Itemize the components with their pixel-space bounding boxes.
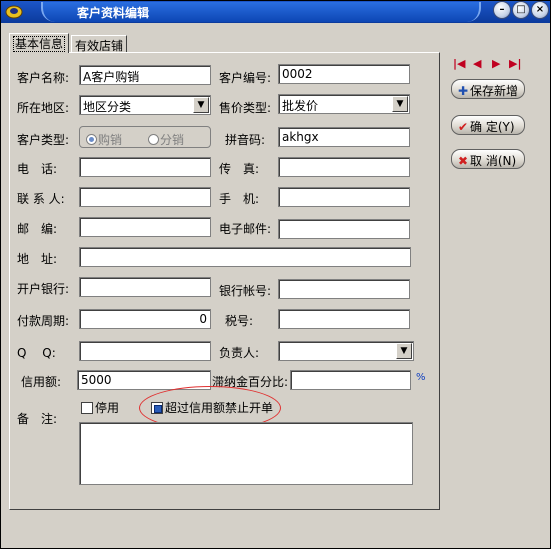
percent-unit: % (416, 372, 426, 383)
radio-selected-icon (86, 134, 97, 145)
customer-type-group: 购销 分销 (79, 126, 211, 148)
pinyin-input[interactable]: akhgx (278, 127, 410, 147)
check-icon: ✔ (457, 120, 469, 134)
disabled-checkbox[interactable]: 停用 (81, 399, 119, 416)
customer-name-input[interactable]: A客户购销 (79, 65, 211, 85)
customer-code-label: 客户编号: (219, 71, 272, 85)
phone-label: 电 话: (17, 162, 58, 176)
manager-label: 负责人: (219, 346, 260, 360)
window-title: 客户资料编辑 (77, 6, 150, 20)
mobile-input[interactable] (278, 187, 410, 207)
radio-purchase-sale[interactable]: 购销 (86, 131, 122, 148)
account-label: 银行帐号: (219, 284, 272, 298)
email-input[interactable] (278, 219, 410, 239)
title-bar: 客户资料编辑 – □ × (1, 1, 550, 23)
customer-type-label: 客户类型: (17, 133, 70, 147)
price-type-value: 批发价 (282, 99, 319, 113)
region-select[interactable]: 地区分类 ▼ (79, 95, 211, 115)
save-new-button[interactable]: ✚ 保存新增 (451, 79, 525, 99)
chevron-down-icon[interactable]: ▼ (392, 96, 408, 112)
customer-code-input[interactable]: 0002 (278, 64, 410, 84)
tax-no-label: 税号: (225, 314, 254, 328)
minimize-button[interactable]: – (493, 1, 511, 19)
credit-label: 信用额: (21, 375, 62, 389)
email-label: 电子邮件: (219, 222, 272, 236)
contact-label: 联 系 人: (17, 192, 65, 206)
qq-input[interactable] (79, 341, 211, 361)
bank-label: 开户银行: (17, 282, 70, 296)
price-type-label: 售价类型: (219, 101, 272, 115)
manager-select[interactable]: ▼ (278, 341, 414, 361)
confirm-label: 确 定(Y) (470, 120, 515, 134)
nav-prev-button[interactable]: ◀ (473, 57, 481, 70)
address-label: 地 址: (17, 252, 58, 266)
radio-distribution[interactable]: 分销 (148, 131, 184, 148)
tab-basic-info[interactable]: 基本信息 (9, 33, 70, 53)
mobile-label: 手 机: (219, 192, 260, 206)
price-type-select[interactable]: 批发价 ▼ (278, 94, 410, 114)
payment-days-input[interactable]: 0 (79, 309, 211, 329)
cancel-button[interactable]: ✖ 取 消(N) (451, 149, 525, 169)
remark-label: 备 注: (17, 412, 58, 426)
close-button[interactable]: × (531, 1, 549, 19)
disabled-label: 停用 (95, 401, 120, 415)
remark-textarea[interactable] (79, 422, 413, 485)
nav-first-button[interactable]: |◀ (453, 57, 465, 70)
radio-empty-icon (148, 134, 159, 145)
fax-label: 传 真: (219, 162, 260, 176)
region-value: 地区分类 (83, 100, 132, 114)
nav-next-button[interactable]: ▶ (492, 57, 500, 70)
confirm-button[interactable]: ✔ 确 定(Y) (451, 115, 525, 135)
nav-last-button[interactable]: ▶| (509, 57, 521, 70)
fax-input[interactable] (278, 157, 410, 177)
app-icon (5, 5, 23, 19)
checkbox-empty-icon (81, 402, 93, 414)
phone-input[interactable] (79, 157, 211, 177)
tax-no-input[interactable] (278, 309, 410, 329)
postcode-label: 邮 编: (17, 222, 58, 236)
account-input[interactable] (278, 279, 410, 299)
deposit-pct-input[interactable] (290, 370, 411, 390)
customer-edit-window: 客户资料编辑 – □ × 基本信息 有效店铺 客户名称: A客户购销 客户编号:… (0, 0, 551, 549)
plus-icon: ✚ (457, 84, 469, 98)
close-icon: ✖ (457, 154, 469, 168)
tab-valid-stores[interactable]: 有效店铺 (71, 35, 128, 53)
address-input[interactable] (79, 247, 411, 267)
contact-input[interactable] (79, 187, 211, 207)
bank-input[interactable] (79, 277, 211, 297)
cancel-label: 取 消(N) (470, 154, 517, 168)
chevron-down-icon[interactable]: ▼ (193, 97, 209, 113)
pinyin-label: 拼音码: (225, 133, 266, 147)
maximize-button[interactable]: □ (512, 1, 530, 19)
payment-days-label: 付款周期: (17, 314, 70, 328)
chevron-down-icon[interactable]: ▼ (396, 343, 412, 359)
qq-label: Q Q: (17, 346, 56, 360)
customer-name-label: 客户名称: (17, 71, 70, 85)
save-new-label: 保存新增 (470, 84, 519, 98)
region-label: 所在地区: (17, 101, 70, 115)
postcode-input[interactable] (79, 217, 211, 237)
